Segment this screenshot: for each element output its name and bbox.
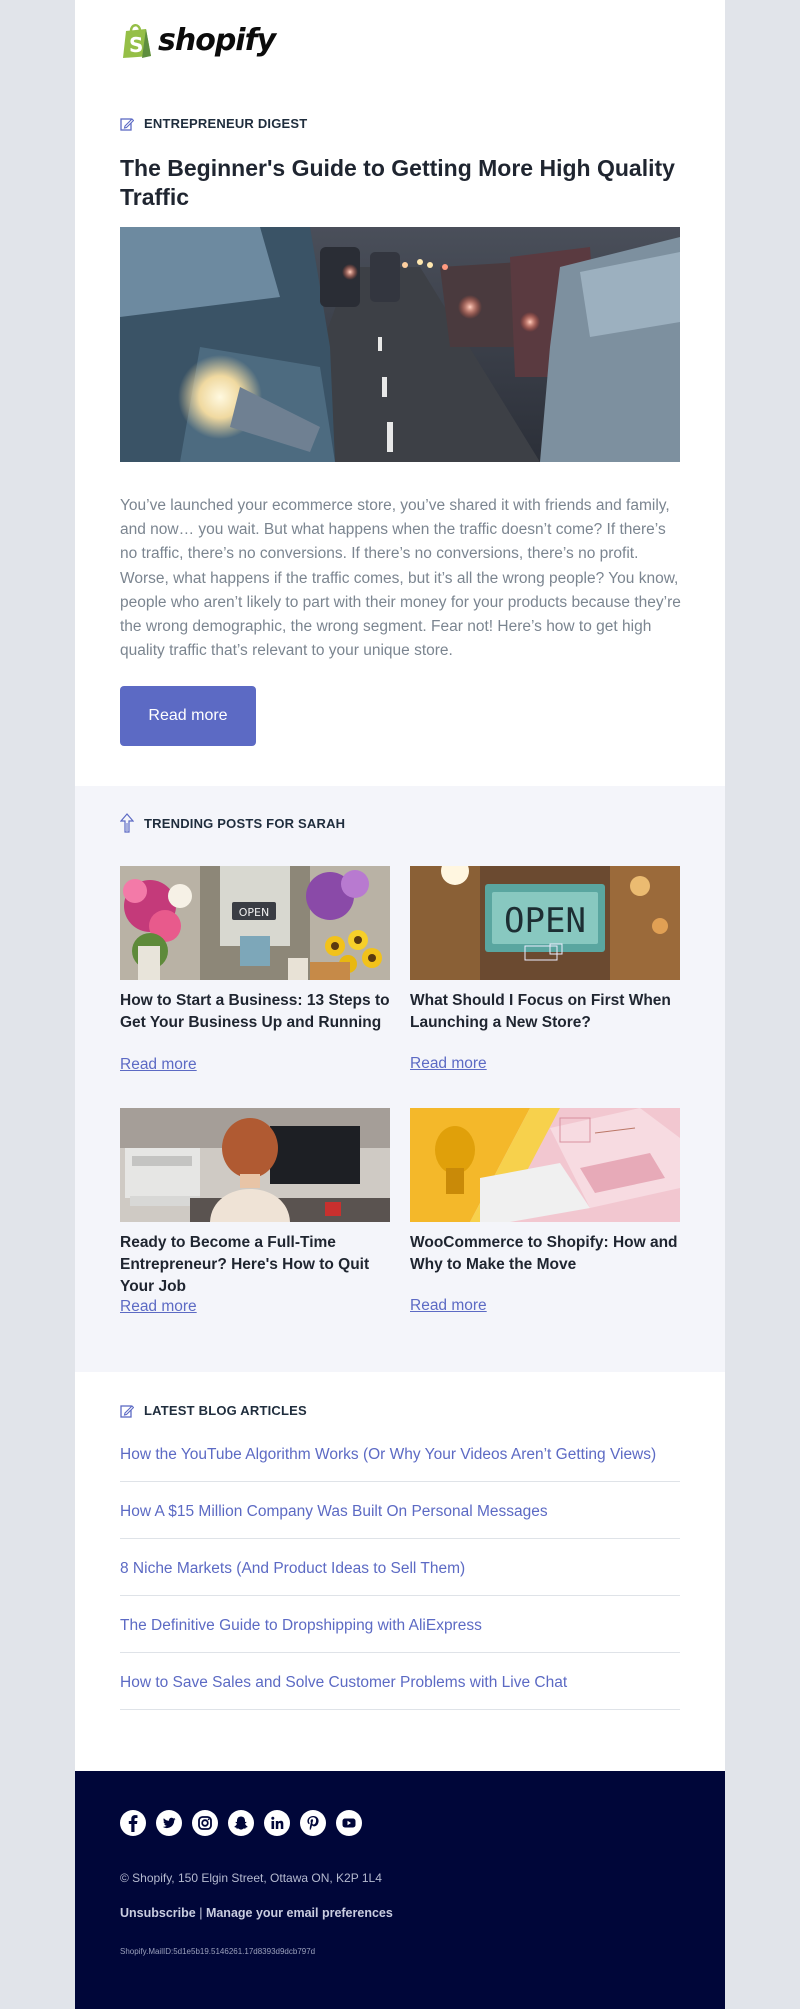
- flower-shop-photo: OPEN: [120, 866, 390, 980]
- trending-card[interactable]: OPEN What Should I Focus on First When L…: [410, 866, 680, 1072]
- card-read-more-link[interactable]: Read more: [120, 1298, 197, 1316]
- shopping-bag-icon: S: [123, 24, 151, 58]
- article-link[interactable]: How to Save Sales and Solve Customer Pro…: [120, 1653, 680, 1710]
- card-title[interactable]: Ready to Become a Full-Time Entrepreneur…: [120, 1232, 390, 1298]
- article-link[interactable]: How the YouTube Algorithm Works (Or Why …: [120, 1425, 680, 1482]
- hero-image[interactable]: [120, 227, 680, 462]
- youtube-icon[interactable]: [336, 1810, 362, 1836]
- article-link[interactable]: How A $15 Million Company Was Built On P…: [120, 1482, 680, 1539]
- office-desk-photo: [120, 1108, 390, 1222]
- card-read-more-link[interactable]: Read more: [120, 1056, 197, 1074]
- card-image[interactable]: [410, 1108, 680, 1222]
- unsubscribe-link[interactable]: Unsubscribe: [120, 1906, 196, 1920]
- article-list: How the YouTube Algorithm Works (Or Why …: [120, 1425, 680, 1710]
- card-image[interactable]: OPEN: [120, 866, 390, 980]
- edit-note-icon: [120, 117, 134, 131]
- logo-wordmark: shopify: [158, 22, 276, 58]
- trending-section: TRENDING POSTS FOR SARAH OPEN How to Sta…: [75, 786, 725, 1372]
- card-title[interactable]: WooCommerce to Shopify: How and Why to M…: [410, 1232, 680, 1276]
- manage-preferences-link[interactable]: Manage your email preferences: [206, 1906, 393, 1920]
- card-title[interactable]: How to Start a Business: 13 Steps to Get…: [120, 990, 390, 1034]
- trending-card[interactable]: Ready to Become a Full-Time Entrepreneur…: [120, 1108, 390, 1315]
- card-title[interactable]: What Should I Focus on First When Launch…: [410, 990, 680, 1034]
- read-more-button[interactable]: Read more: [120, 686, 256, 746]
- email-container: S shopify ENTREPRENEUR DIGEST The Beginn…: [75, 0, 725, 2009]
- snapchat-icon[interactable]: [228, 1810, 254, 1836]
- linkedin-icon[interactable]: [264, 1810, 290, 1836]
- company-address: © Shopify, 150 Elgin Street, Ottawa ON, …: [120, 1871, 382, 1885]
- edit-note-icon: [120, 1404, 134, 1418]
- traffic-jam-photo: [120, 227, 680, 462]
- card-read-more-link[interactable]: Read more: [410, 1055, 487, 1073]
- trending-card[interactable]: WooCommerce to Shopify: How and Why to M…: [410, 1108, 680, 1314]
- desk-flatlay-photo: [410, 1108, 680, 1222]
- trending-eyebrow: TRENDING POSTS FOR SARAH: [120, 813, 345, 833]
- latest-eyebrow: LATEST BLOG ARTICLES: [120, 1403, 307, 1418]
- mail-id: Shopify.MailID:5d1e5b19.5146261.17d8393d…: [120, 1947, 316, 1956]
- separator: |: [199, 1906, 203, 1920]
- email-preferences: Unsubscribe | Manage your email preferen…: [120, 1906, 393, 1920]
- trending-eyebrow-label: TRENDING POSTS FOR SARAH: [144, 815, 346, 831]
- card-image[interactable]: OPEN: [410, 866, 680, 980]
- latest-eyebrow-label: LATEST BLOG ARTICLES: [144, 1403, 307, 1418]
- card-image[interactable]: [120, 1108, 390, 1222]
- facebook-icon[interactable]: [120, 1810, 146, 1836]
- social-links: [120, 1810, 372, 1836]
- article-link[interactable]: 8 Niche Markets (And Product Ideas to Se…: [120, 1539, 680, 1596]
- trending-arrow-icon: [120, 813, 134, 833]
- open-sign-text: OPEN: [239, 906, 269, 919]
- trending-card[interactable]: OPEN How to Start a Business: 13 Steps t…: [120, 866, 390, 1073]
- svg-text:S: S: [129, 33, 143, 57]
- hero-eyebrow-label: ENTREPRENEUR DIGEST: [144, 116, 308, 131]
- open-sign-photo: OPEN: [410, 866, 680, 980]
- footer: © Shopify, 150 Elgin Street, Ottawa ON, …: [75, 1771, 725, 2009]
- instagram-icon[interactable]: [192, 1810, 218, 1836]
- open-sign-text: OPEN: [504, 901, 586, 941]
- hero-eyebrow: ENTREPRENEUR DIGEST: [120, 116, 307, 131]
- article-link[interactable]: The Definitive Guide to Dropshipping wit…: [120, 1596, 680, 1653]
- card-read-more-link[interactable]: Read more: [410, 1297, 487, 1315]
- twitter-icon[interactable]: [156, 1810, 182, 1836]
- hero-title[interactable]: The Beginner's Guide to Getting More Hig…: [120, 154, 690, 212]
- shopify-logo[interactable]: S shopify: [120, 22, 276, 58]
- pinterest-icon[interactable]: [300, 1810, 326, 1836]
- hero-body-text: You’ve launched your ecommerce store, yo…: [120, 497, 681, 660]
